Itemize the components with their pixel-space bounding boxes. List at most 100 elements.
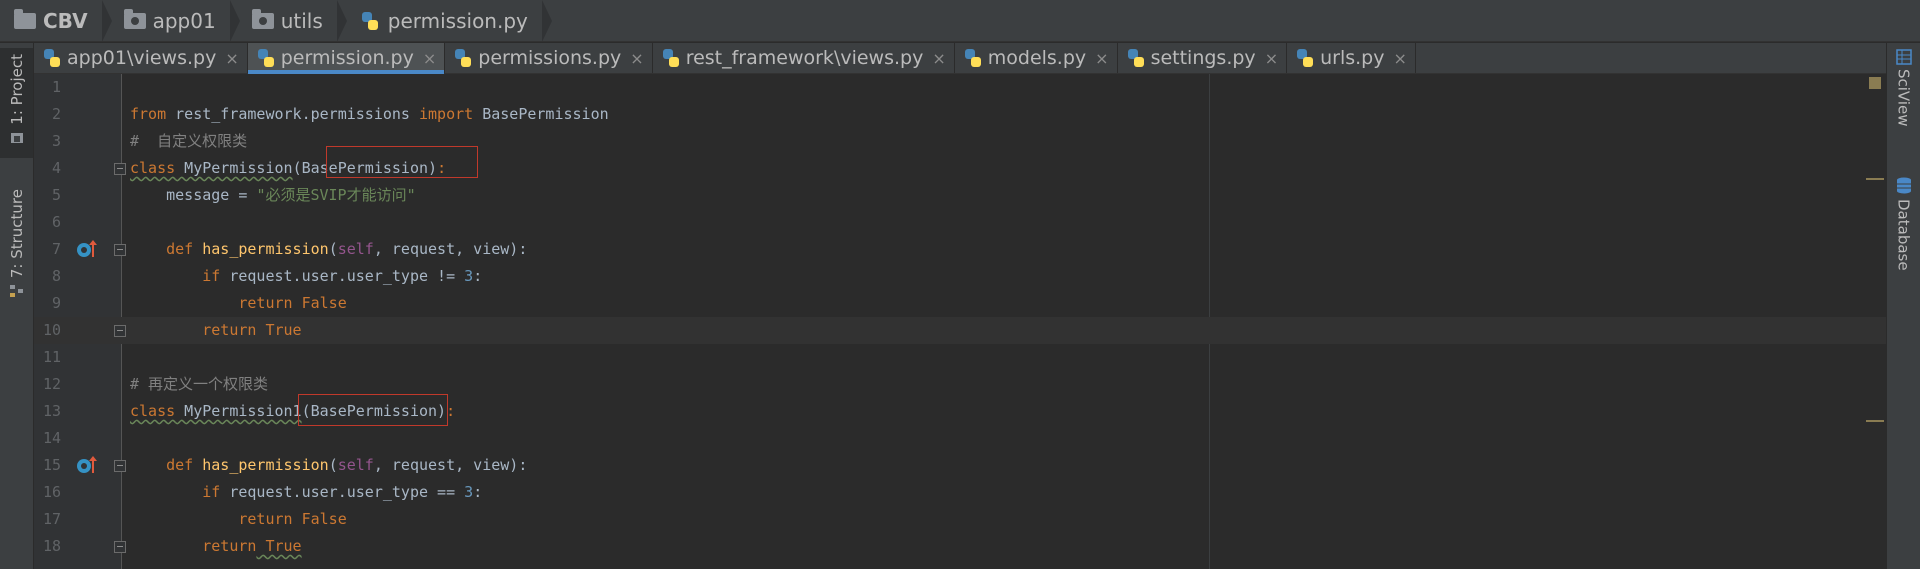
close-icon[interactable]: × <box>1095 49 1108 68</box>
code-text: if request.user.user_type != 3: <box>202 267 483 285</box>
breadcrumb-item-cbv[interactable]: CBV <box>14 0 102 41</box>
close-icon[interactable]: × <box>225 49 238 68</box>
project-icon <box>10 132 23 143</box>
breadcrumb-item-app01[interactable]: app01 <box>123 0 230 41</box>
breadcrumb-separator <box>541 0 552 42</box>
package-folder-icon <box>251 8 274 29</box>
code-line[interactable]: 7 def has_permission(self, request, view… <box>34 236 1886 263</box>
tab-settings[interactable]: settings.py × <box>1118 43 1288 73</box>
line-number: 17 <box>42 510 61 528</box>
stripe-mark[interactable] <box>1866 420 1884 422</box>
stripe-mark[interactable] <box>1866 178 1884 180</box>
code-line[interactable]: 4 class MyPermission(BasePermission): <box>34 155 1886 182</box>
line-number: 6 <box>51 213 61 231</box>
line-number: 14 <box>42 429 61 447</box>
code-text: class MyPermission1(BasePermission): <box>130 402 456 420</box>
code-line[interactable]: 13 class MyPermission1(BasePermission): <box>34 398 1886 425</box>
fold-toggle-icon[interactable] <box>114 541 126 553</box>
override-method-icon[interactable] <box>76 455 98 475</box>
tab-label: permission.py <box>280 47 414 69</box>
tab-label: settings.py <box>1150 47 1256 69</box>
tab-app01-views[interactable]: app01\views.py × <box>34 43 248 73</box>
line-number: 4 <box>51 159 61 177</box>
code-text: class MyPermission(BasePermission): <box>130 159 447 177</box>
tab-label: rest_framework\views.py <box>685 47 924 69</box>
fold-toggle-icon[interactable] <box>114 163 126 175</box>
fold-toggle-icon[interactable] <box>114 460 126 472</box>
code-line[interactable]: 6 <box>34 209 1886 236</box>
code-text: return True <box>202 537 302 555</box>
breadcrumb-separator <box>101 0 112 42</box>
code-text: return True <box>202 321 302 339</box>
code-line[interactable]: 8 if request.user.user_type != 3: <box>34 263 1886 290</box>
code-line[interactable]: 18 return True <box>34 533 1886 560</box>
code-line[interactable]: 1 <box>34 74 1886 101</box>
right-tool-stripe: SciView Database <box>1886 43 1920 569</box>
code-text: return False <box>238 510 347 528</box>
code-comment: # 再定义一个权限类 <box>130 375 269 393</box>
python-file-icon <box>359 10 381 32</box>
close-icon[interactable]: × <box>1265 49 1278 68</box>
code-comment: # 自定义权限类 <box>130 132 248 150</box>
code-line[interactable]: 12 # 再定义一个权限类 <box>34 371 1886 398</box>
breadcrumb-separator <box>229 0 240 42</box>
line-number: 2 <box>51 105 61 123</box>
breadcrumb-label: CBV <box>43 8 88 33</box>
tool-tab-label: 1: Project <box>7 54 26 125</box>
database-icon <box>1896 177 1911 194</box>
editor-tab-bar: app01\views.py × permission.py × permiss… <box>34 43 1886 74</box>
close-icon[interactable]: × <box>630 49 643 68</box>
line-number: 7 <box>51 240 61 258</box>
tab-permission[interactable]: permission.py × <box>247 43 446 74</box>
tool-tab-database[interactable]: Database <box>1887 177 1920 271</box>
fold-toggle-icon[interactable] <box>114 244 126 256</box>
code-line[interactable]: 16 if request.user.user_type == 3: <box>34 479 1886 506</box>
code-line[interactable]: 9 return False <box>34 290 1886 317</box>
breadcrumb-item-permission-py[interactable]: permission.py <box>359 0 542 41</box>
breadcrumb-item-utils[interactable]: utils <box>251 0 337 41</box>
breadcrumb-label: utils <box>280 8 323 33</box>
code-line[interactable]: 2 from rest_framework.permissions import… <box>34 101 1886 128</box>
tab-rest-framework-views[interactable]: rest_framework\views.py × <box>653 43 955 73</box>
close-icon[interactable]: × <box>423 49 436 68</box>
code-line[interactable]: 5 message = "必须是SVIP才能访问" <box>34 182 1886 209</box>
tool-tab-label: Database <box>1894 199 1913 271</box>
code-line[interactable]: 3 # 自定义权限类 <box>34 128 1886 155</box>
tab-label: models.py <box>987 47 1087 69</box>
line-number: 18 <box>42 537 61 555</box>
code-line[interactable]: 17 return False <box>34 506 1886 533</box>
code-line-current[interactable]: 10 return True <box>34 317 1886 344</box>
inspection-status-icon[interactable] <box>1869 77 1881 89</box>
line-number: 15 <box>42 456 61 474</box>
python-file-icon <box>962 47 984 69</box>
close-icon[interactable]: × <box>932 49 945 68</box>
fold-toggle-icon[interactable] <box>114 325 126 337</box>
breadcrumb-label: app01 <box>152 8 216 33</box>
tool-tab-sciview[interactable]: SciView <box>1887 49 1920 127</box>
error-stripe[interactable] <box>1866 74 1886 569</box>
left-tool-stripe: 1: Project 7: Structure <box>0 43 34 569</box>
code-line[interactable]: 14 <box>34 425 1886 452</box>
folder-icon <box>14 8 36 29</box>
tab-label: app01\views.py <box>67 47 217 69</box>
code-text: def has_permission(self, request, view): <box>166 240 528 258</box>
override-method-icon[interactable] <box>76 239 98 259</box>
breadcrumb-label: permission.py <box>387 8 528 33</box>
tab-models[interactable]: models.py × <box>955 43 1118 73</box>
code-text: return False <box>238 294 347 312</box>
line-number: 16 <box>42 483 61 501</box>
code-line[interactable]: 15 def has_permission(self, request, vie… <box>34 452 1886 479</box>
tool-tab-structure[interactable]: 7: Structure <box>0 183 33 303</box>
breadcrumb-separator <box>336 0 347 42</box>
tab-urls[interactable]: urls.py × <box>1287 43 1416 73</box>
python-file-icon <box>660 47 682 69</box>
close-icon[interactable]: × <box>1393 49 1406 68</box>
python-file-icon <box>41 47 63 69</box>
code-editor[interactable]: 1 2 from rest_framework.permissions impo… <box>34 74 1886 569</box>
code-line[interactable]: 11 <box>34 344 1886 371</box>
line-number: 11 <box>42 348 61 366</box>
tab-permissions[interactable]: permissions.py × <box>445 43 653 73</box>
line-number: 5 <box>51 186 61 204</box>
tool-tab-project[interactable]: 1: Project <box>0 48 33 158</box>
python-file-icon <box>1125 47 1147 69</box>
